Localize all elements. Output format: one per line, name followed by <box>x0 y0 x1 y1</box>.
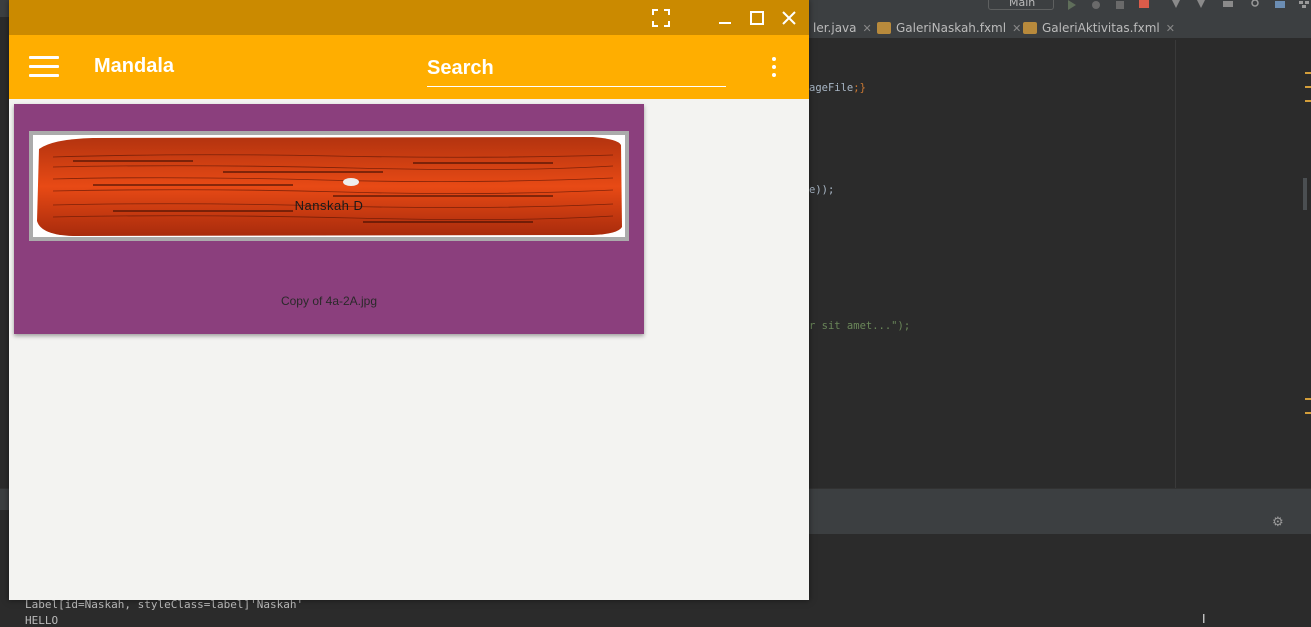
search-everywhere-icon[interactable] <box>1250 0 1262 10</box>
debug-icon[interactable] <box>1090 0 1102 10</box>
fxml-file-icon <box>1023 22 1037 34</box>
more-vertical-icon[interactable] <box>764 55 784 79</box>
error-stripe-marker[interactable] <box>1305 72 1311 74</box>
editor-tabbar: ler.java ✕ GaleriNaskah.fxml ✕ GaleriAkt… <box>809 17 1311 39</box>
editor-tab-galeriaktivitas[interactable]: GaleriAktivitas.fxml ✕ <box>1019 17 1175 39</box>
build-icon[interactable] <box>1170 0 1182 10</box>
stop-icon[interactable] <box>1138 0 1150 10</box>
manuscript-card[interactable]: Nanskah D Copy of 4a-2A.jpg <box>14 104 644 334</box>
fullscreen-button[interactable] <box>649 6 673 30</box>
fullscreen-icon <box>652 9 670 27</box>
close-icon <box>782 11 796 25</box>
hamburger-menu-icon[interactable] <box>29 56 59 78</box>
error-stripe-marker[interactable] <box>1305 398 1311 400</box>
code-editor[interactable]: ageFile;} e)); r sit amet..."); <box>809 40 1175 488</box>
maximize-button[interactable] <box>745 6 769 30</box>
manuscript-filename: Copy of 4a-2A.jpg <box>280 294 378 308</box>
code-text: ;} <box>853 82 866 94</box>
code-line: e)); <box>809 184 835 196</box>
error-stripe-marker[interactable] <box>1305 86 1311 88</box>
error-stripe-marker[interactable] <box>1305 412 1311 414</box>
tab-label: ler.java <box>813 21 857 35</box>
code-line: r sit amet..."); <box>809 320 911 332</box>
minimize-icon <box>719 22 731 24</box>
minimize-button[interactable] <box>713 6 737 30</box>
app-title: Mandala <box>94 55 175 77</box>
tool-icon[interactable] <box>1222 0 1234 10</box>
build-icon-2[interactable] <box>1195 0 1207 10</box>
maximize-icon <box>750 11 764 25</box>
editor-tab-controller[interactable]: ler.java ✕ <box>809 17 872 39</box>
code-line: ageFile;} <box>809 82 866 94</box>
fxml-file-icon <box>877 22 891 34</box>
close-button[interactable] <box>777 6 801 30</box>
scrollbar-thumb[interactable] <box>1303 178 1307 210</box>
window-titlebar[interactable] <box>9 0 809 35</box>
console-line: HELLO <box>25 614 59 627</box>
mandala-app-window: Mandala Search Nanskah D Copy of 4a-2A.j… <box>9 0 809 600</box>
tab-label: GaleriNaskah.fxml <box>896 21 1007 35</box>
tab-label: GaleriAktivitas.fxml <box>1042 21 1160 35</box>
editor-right-margin <box>1175 40 1311 488</box>
settings-icon[interactable] <box>1274 0 1286 10</box>
run-configuration-select[interactable]: Main <box>988 0 1054 10</box>
structure-icon[interactable] <box>1298 0 1310 10</box>
manuscript-image-label: Nanskah D <box>294 198 364 213</box>
run-icon[interactable] <box>1066 0 1078 10</box>
close-icon[interactable]: ✕ <box>863 22 872 35</box>
code-text: ageFile <box>809 82 854 94</box>
search-input[interactable] <box>427 51 726 87</box>
gear-icon[interactable]: ⚙ <box>1272 515 1284 530</box>
palm-leaf-manuscript-image <box>37 137 622 236</box>
text-cursor-icon: I <box>1202 612 1206 626</box>
coverage-icon[interactable] <box>1114 0 1126 10</box>
app-toolbar: Mandala <box>9 35 809 99</box>
close-icon[interactable]: ✕ <box>1166 22 1175 35</box>
gallery-content: Nanskah D Copy of 4a-2A.jpg <box>9 99 809 600</box>
error-stripe-marker[interactable] <box>1305 100 1311 102</box>
run-panel-toolbar: ⚙ <box>809 510 1311 534</box>
editor-tab-galerinaskah[interactable]: GaleriNaskah.fxml ✕ <box>873 17 1021 39</box>
manuscript-thumbnail[interactable]: Nanskah D <box>29 131 629 241</box>
